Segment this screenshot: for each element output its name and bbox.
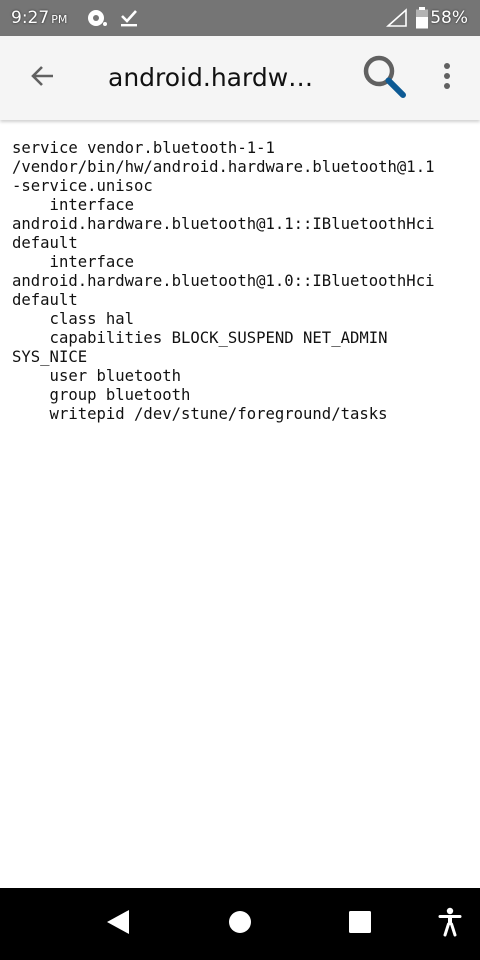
signal-icon (385, 8, 408, 32)
navigation-bar (0, 888, 480, 960)
code-line: default (12, 234, 78, 252)
code-line: group bluetooth (12, 386, 191, 404)
home-circle-icon (228, 910, 252, 938)
nav-recents-button[interactable] (336, 900, 384, 948)
file-content: service vendor.bluetooth-1-1 /vendor/bin… (12, 139, 474, 424)
nav-back-button[interactable] (94, 900, 142, 948)
code-line: capabilities BLOCK_SUSPEND NET_ADMIN (12, 329, 388, 347)
code-line: -service.unisoc (12, 177, 153, 195)
back-triangle-icon (105, 908, 131, 940)
code-line: interface (12, 253, 135, 271)
code-line: service vendor.bluetooth-1-1 (12, 139, 275, 157)
file-text: service vendor.bluetooth-1-1 /vendor/bin… (12, 139, 474, 424)
checkmark-icon (119, 8, 139, 32)
nav-home-button[interactable] (216, 900, 264, 948)
battery-icon (415, 7, 429, 33)
code-line: default (12, 291, 78, 309)
code-line: user bluetooth (12, 367, 181, 385)
search-icon (360, 52, 408, 104)
back-button[interactable] (18, 54, 66, 102)
accessibility-icon (438, 907, 462, 941)
page-title: android.hardware.bluetooth@1.1-service.u… (108, 63, 324, 92)
time-ampm: PM (51, 13, 68, 26)
search-button[interactable] (356, 50, 412, 106)
code-line: SYS_NICE (12, 348, 88, 366)
app-bar: android.hardware.bluetooth@1.1-service.u… (0, 36, 480, 120)
recents-square-icon (348, 910, 372, 938)
code-line: android.hardware.bluetooth@1.0::IBluetoo… (12, 272, 435, 290)
nav-accessibility-button[interactable] (426, 900, 474, 948)
code-line: interface (12, 196, 135, 214)
time-text: 9:27 (11, 8, 50, 28)
back-arrow-icon (29, 63, 55, 93)
status-time: 9:27 PM (11, 8, 67, 30)
more-options-button[interactable] (428, 54, 466, 102)
code-line: /vendor/bin/hw/android.hardware.bluetoot… (12, 158, 435, 176)
code-line: class hal (12, 310, 135, 328)
more-vert-icon (442, 62, 452, 94)
data-saver-icon (86, 8, 108, 32)
battery-percent: 58% (430, 8, 468, 28)
code-line: android.hardware.bluetooth@1.1::IBluetoo… (12, 215, 435, 233)
status-bar: 9:27 PM 58% (0, 0, 480, 36)
screen: 9:27 PM 58% android.hardwar service vend… (0, 0, 480, 960)
code-line: writepid /dev/stune/foreground/tasks (12, 405, 388, 423)
